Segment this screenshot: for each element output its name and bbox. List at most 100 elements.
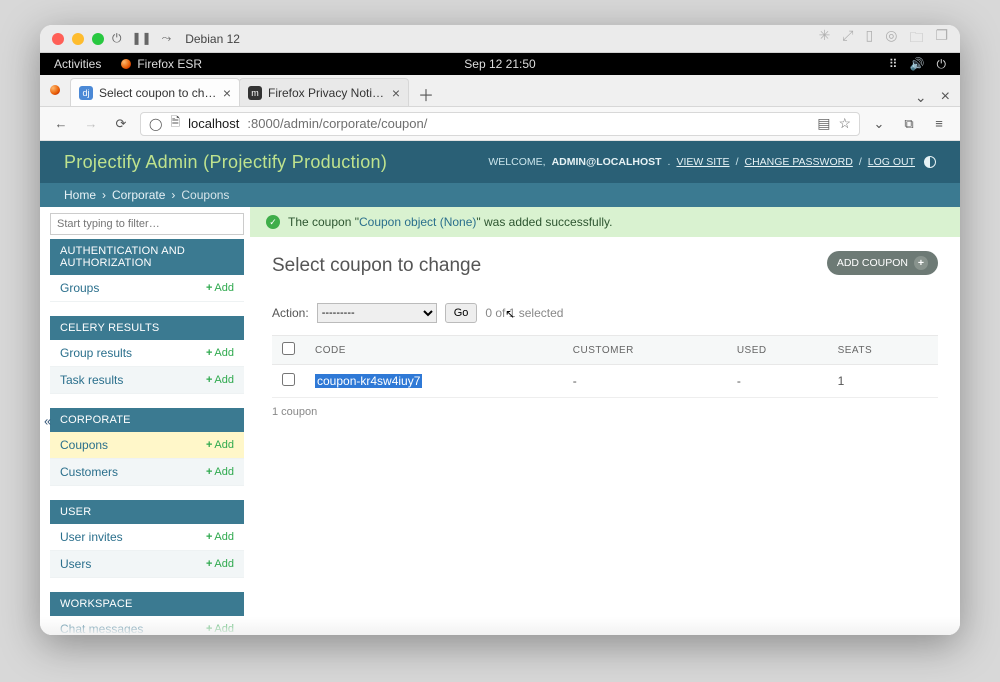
close-window-icon[interactable] bbox=[52, 33, 64, 45]
window-close-icon[interactable]: × bbox=[941, 88, 950, 106]
sidebar-model-link[interactable]: Groups bbox=[60, 281, 99, 295]
coupon-code-link[interactable]: coupon-kr4sw4iuy7 bbox=[315, 374, 422, 388]
extras-icon[interactable]: ◎ bbox=[885, 27, 897, 51]
success-check-icon: ✓ bbox=[266, 215, 280, 229]
tabs-dropdown-icon[interactable]: ⌄ bbox=[915, 89, 927, 106]
results-table: CODE CUSTOMER USED SEATS coupon-kr4sw4iu… bbox=[272, 335, 938, 398]
col-code[interactable]: CODE bbox=[305, 336, 563, 365]
sidebar-add-link[interactable]: + Add bbox=[206, 466, 234, 478]
sidebar-model-row: Groups + Add bbox=[50, 275, 244, 302]
power-icon[interactable]: ⏻ bbox=[112, 31, 122, 46]
sidebar-app-header[interactable]: WORKSPACE bbox=[50, 592, 244, 616]
col-seats[interactable]: SEATS bbox=[828, 336, 938, 365]
col-customer[interactable]: CUSTOMER bbox=[563, 336, 727, 365]
tab-privacy[interactable]: m Firefox Privacy Notice — × bbox=[239, 78, 409, 106]
view-site-link[interactable]: VIEW SITE bbox=[676, 156, 729, 168]
selection-count: 0 of 1 selected bbox=[485, 306, 563, 320]
sidebar-model-link[interactable]: Users bbox=[60, 557, 91, 571]
sidebar-model-link[interactable]: Coupons bbox=[60, 438, 108, 452]
activities-button[interactable]: Activities bbox=[54, 57, 101, 71]
action-select[interactable]: --------- bbox=[317, 303, 437, 323]
url-bar[interactable]: ◯ 🗎 localhost:8000/admin/corporate/coupo… bbox=[140, 112, 860, 136]
back-button[interactable]: ← bbox=[50, 113, 72, 135]
shield-icon[interactable]: ◯ bbox=[149, 117, 162, 131]
crumb-home[interactable]: Home bbox=[64, 188, 96, 202]
row-select-checkbox[interactable] bbox=[282, 373, 295, 386]
current-app[interactable]: Firefox ESR bbox=[121, 57, 202, 71]
extras-icon[interactable]: ❐ bbox=[935, 27, 948, 51]
sidebar-model-link[interactable]: Task results bbox=[60, 373, 123, 387]
sidebar-model-row: Customers + Add bbox=[50, 459, 244, 486]
admin-site-title[interactable]: Projectify Admin (Projectify Production) bbox=[64, 152, 387, 173]
admin-sidebar: AUTHENTICATION AND AUTHORIZATION Groups + … bbox=[40, 207, 250, 635]
tab-admin[interactable]: dj Select coupon to change × bbox=[70, 78, 240, 106]
plus-icon: + bbox=[206, 347, 212, 359]
resume-icon[interactable]: ⤳ bbox=[162, 31, 172, 46]
sidebar-add-link[interactable]: + Add bbox=[206, 374, 234, 386]
sidebar-add-link[interactable]: + Add bbox=[206, 531, 234, 543]
firefox-icon bbox=[121, 59, 131, 69]
sidebar-model-link[interactable]: Customers bbox=[60, 465, 118, 479]
sidebar-add-link[interactable]: + Add bbox=[206, 347, 234, 359]
add-coupon-button[interactable]: ADD COUPON + bbox=[827, 251, 938, 275]
reload-button[interactable]: ⟳ bbox=[110, 113, 132, 135]
crumb-current: Coupons bbox=[181, 188, 229, 202]
plus-icon: + bbox=[206, 439, 212, 451]
created-object-link[interactable]: Coupon object (None) bbox=[359, 215, 476, 229]
mozilla-favicon-icon: m bbox=[248, 86, 262, 100]
table-row: coupon-kr4sw4iuy7 - - 1 bbox=[272, 365, 938, 398]
close-tab-icon[interactable]: × bbox=[223, 86, 231, 100]
logout-link[interactable]: LOG OUT bbox=[868, 156, 915, 168]
col-used[interactable]: USED bbox=[727, 336, 828, 365]
lock-icon[interactable]: 🗎 bbox=[170, 113, 180, 134]
pause-icon[interactable]: ❚❚ bbox=[132, 31, 152, 46]
sidebar-add-link[interactable]: + Add bbox=[206, 439, 234, 451]
sidebar-filter-input[interactable] bbox=[50, 213, 244, 235]
bookmark-star-icon[interactable]: ☆ bbox=[838, 115, 851, 132]
new-tab-button[interactable]: ＋ bbox=[414, 82, 438, 106]
admin-main: ✓ The coupon "Coupon object (None)" was … bbox=[250, 207, 960, 635]
sidebar-model-link[interactable]: Group results bbox=[60, 346, 132, 360]
mac-titlebar: ⏻ ❚❚ ⤳ Debian 12 ✳︎ ⤢ ▯ ◎ 🗀 ❐ bbox=[40, 25, 960, 53]
minimize-window-icon[interactable] bbox=[72, 33, 84, 45]
sidebar-add-link[interactable]: + Add bbox=[206, 558, 234, 570]
extensions-icon[interactable]: ⧉ bbox=[898, 113, 920, 135]
sidebar-app-header[interactable]: AUTHENTICATION AND AUTHORIZATION bbox=[50, 239, 244, 275]
plus-icon: + bbox=[206, 466, 212, 478]
theme-toggle-icon[interactable] bbox=[924, 156, 936, 168]
firefox-home-icon[interactable] bbox=[40, 74, 70, 106]
pocket-icon[interactable]: ⌄ bbox=[868, 113, 890, 135]
extras-icon[interactable]: 🗀 bbox=[909, 27, 923, 51]
close-tab-icon[interactable]: × bbox=[392, 86, 400, 100]
sidebar-collapse-toggle[interactable]: « bbox=[40, 410, 55, 433]
plus-icon: + bbox=[206, 623, 212, 635]
sidebar-app-header[interactable]: USER bbox=[50, 500, 244, 524]
sidebar-model-link[interactable]: Chat messages bbox=[60, 622, 143, 635]
sidebar-add-link[interactable]: + Add bbox=[206, 623, 234, 635]
sidebar-app-header[interactable]: CELERY RESULTS bbox=[50, 316, 244, 340]
sidebar-model-row: User invites + Add bbox=[50, 524, 244, 551]
hamburger-menu-icon[interactable]: ≡ bbox=[928, 113, 950, 135]
crumb-app[interactable]: Corporate bbox=[112, 188, 165, 202]
select-all-checkbox[interactable] bbox=[282, 342, 295, 355]
window-controls[interactable] bbox=[52, 33, 104, 45]
extras-icon[interactable]: ⤢ bbox=[842, 27, 853, 51]
network-icon[interactable]: ⠿ bbox=[889, 57, 898, 72]
clock[interactable]: Sep 12 21:50 bbox=[464, 57, 535, 71]
volume-icon[interactable]: 🔊 bbox=[910, 57, 925, 72]
admin-header: Projectify Admin (Projectify Production)… bbox=[40, 141, 960, 183]
sidebar-model-link[interactable]: User invites bbox=[60, 530, 123, 544]
change-password-link[interactable]: CHANGE PASSWORD bbox=[744, 156, 852, 168]
action-go-button[interactable]: Go bbox=[445, 303, 478, 323]
extras-icon[interactable]: ▯ bbox=[866, 27, 874, 51]
sidebar-model-row: Users + Add bbox=[50, 551, 244, 578]
sidebar-model-row: Group results + Add bbox=[50, 340, 244, 367]
zoom-window-icon[interactable] bbox=[92, 33, 104, 45]
extras-icon[interactable]: ✳︎ bbox=[819, 27, 831, 51]
sidebar-app-header[interactable]: CORPORATE bbox=[50, 408, 244, 432]
power-icon[interactable]: ⏻ bbox=[937, 57, 947, 72]
plus-icon: + bbox=[206, 282, 212, 294]
reader-mode-icon[interactable]: ▤ bbox=[817, 115, 830, 132]
sidebar-add-link[interactable]: + Add bbox=[206, 282, 234, 294]
breadcrumb: Home › Corporate › Coupons bbox=[40, 183, 960, 207]
